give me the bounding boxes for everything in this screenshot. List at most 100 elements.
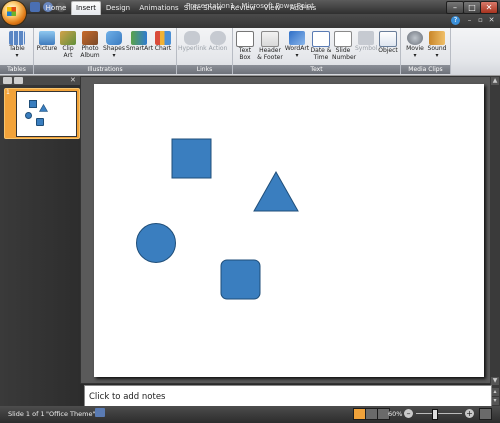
smartart-icon	[131, 31, 147, 45]
object-icon	[379, 31, 397, 47]
table-button[interactable]: Table ▾	[5, 31, 29, 59]
shapes-icon	[106, 31, 122, 45]
slide-number-button[interactable]: Slide Number	[332, 31, 357, 61]
sound-button[interactable]: Sound ▾	[426, 31, 448, 59]
header-footer-label: Header & Footer	[257, 47, 283, 61]
symbol-label: Symbol	[355, 45, 378, 52]
symbol-button[interactable]: Symbol	[355, 31, 377, 53]
slide-number-label: Slide Number	[332, 47, 357, 61]
fit-to-window-button[interactable]	[479, 408, 492, 420]
zoom-slider-track[interactable]	[416, 413, 462, 414]
scroll-up-icon[interactable]: ▲	[491, 77, 499, 85]
shape-rounded-square[interactable]	[220, 259, 261, 300]
picture-icon	[39, 31, 55, 45]
smartart-button[interactable]: SmartArt	[126, 31, 154, 53]
movie-label: Movie	[406, 45, 424, 52]
date-time-icon	[312, 31, 330, 47]
shape-triangle[interactable]	[253, 170, 299, 212]
zoom-in-icon[interactable]: +	[465, 409, 474, 418]
panel-tabs	[0, 76, 80, 85]
slide-shapes-layer	[136, 138, 299, 300]
tab-view[interactable]: View	[261, 2, 283, 14]
slide-thumbnail[interactable]	[16, 91, 77, 137]
group-label-links: Links	[177, 65, 232, 74]
tab-home[interactable]: Home	[42, 2, 70, 14]
object-label: Object	[378, 47, 398, 54]
slide-number-icon	[334, 31, 352, 47]
panel-close-icon[interactable]: ✕	[70, 76, 76, 84]
action-label: Action	[208, 45, 228, 52]
tab-design[interactable]: Design	[102, 2, 134, 14]
sound-icon	[429, 31, 445, 45]
action-icon	[210, 31, 226, 45]
minimize-button[interactable]: –	[446, 1, 464, 14]
tab-add-ins[interactable]: Add-Ins	[287, 2, 319, 14]
group-label-media-clips: Media Clips	[401, 65, 450, 74]
theme-name: "Office Theme"	[46, 410, 96, 418]
zoom-slider-thumb[interactable]	[432, 409, 438, 420]
thumb-triangle	[39, 104, 48, 112]
help-icon[interactable]: ?	[451, 16, 460, 25]
smartart-label: SmartArt	[126, 45, 154, 52]
shape-circle[interactable]	[136, 223, 176, 263]
action-button[interactable]: Action	[206, 31, 230, 53]
thumb-circle	[25, 112, 32, 119]
slide-indicator: Slide 1 of 1	[8, 410, 45, 418]
chart-label: Chart	[154, 45, 172, 52]
photo-album-button[interactable]: Photo Album	[79, 31, 101, 59]
picture-button[interactable]: Picture	[36, 31, 58, 53]
spellcheck-icon[interactable]	[95, 408, 105, 417]
photo-album-label: Photo Album	[80, 45, 100, 59]
group-label-illustrations: Illustrations	[34, 65, 176, 74]
hyperlink-icon	[184, 31, 200, 45]
tab-outline[interactable]	[14, 77, 23, 84]
save-icon[interactable]	[30, 2, 40, 12]
thumbnail-slide-number: 1	[6, 89, 10, 96]
prev-slide-icon[interactable]: ▴	[491, 388, 499, 396]
ribbon-close-icon[interactable]: ✕	[487, 16, 496, 25]
picture-label: Picture	[36, 45, 58, 52]
scroll-down-icon[interactable]: ▼	[491, 377, 499, 385]
wordart-button[interactable]: WordArt ▾	[284, 31, 310, 59]
next-slide-icon[interactable]: ▾	[491, 397, 499, 405]
slide-canvas[interactable]	[94, 84, 484, 377]
notes-placeholder: Click to add notes	[89, 392, 166, 402]
clip-art-icon	[60, 31, 76, 45]
clip-art-button[interactable]: Clip Art	[58, 31, 78, 59]
date-time-label: Date & Time	[310, 47, 332, 61]
ribbon-minimize-icon[interactable]: –	[465, 16, 474, 25]
shapes-label: Shapes	[103, 45, 125, 52]
office-logo-icon	[7, 7, 16, 16]
vertical-scrollbar[interactable]	[490, 76, 500, 406]
table-label: Table	[9, 45, 25, 52]
tab-insert[interactable]: Insert	[71, 1, 101, 15]
group-label-tables: Tables	[0, 65, 33, 74]
shape-square[interactable]	[171, 138, 212, 179]
tab-review[interactable]: Review	[228, 2, 258, 14]
text-box-label: Text Box	[238, 47, 252, 61]
symbol-icon	[358, 31, 374, 45]
header-footer-button[interactable]: Header & Footer	[256, 31, 284, 61]
text-box-button[interactable]: Text Box	[234, 31, 256, 61]
tab-slides[interactable]	[3, 77, 12, 84]
chart-icon	[155, 31, 171, 45]
ribbon-restore-icon[interactable]: ▫	[476, 16, 485, 25]
shapes-button[interactable]: Shapes ▾	[103, 31, 125, 59]
wordart-label: WordArt	[284, 45, 310, 52]
sound-label: Sound	[427, 45, 447, 52]
header-footer-icon	[261, 31, 279, 47]
movie-button[interactable]: Movie ▾	[404, 31, 426, 59]
thumb-rounded-square	[36, 118, 44, 126]
tab-animations[interactable]: Animations	[138, 2, 180, 14]
date-time-button[interactable]: Date & Time	[310, 31, 332, 61]
hyperlink-button[interactable]: Hyperlink	[178, 31, 207, 53]
tab-slide-show[interactable]: Slide Show	[183, 2, 223, 14]
photo-album-icon	[82, 31, 98, 45]
object-button[interactable]: Object	[377, 31, 399, 55]
zoom-level[interactable]: 60%	[388, 410, 402, 418]
chart-button[interactable]: Chart	[153, 31, 173, 53]
zoom-out-icon[interactable]: –	[404, 409, 413, 418]
maximize-button[interactable]: □	[463, 1, 481, 14]
close-button[interactable]: ✕	[480, 1, 498, 14]
text-box-icon	[236, 31, 254, 47]
